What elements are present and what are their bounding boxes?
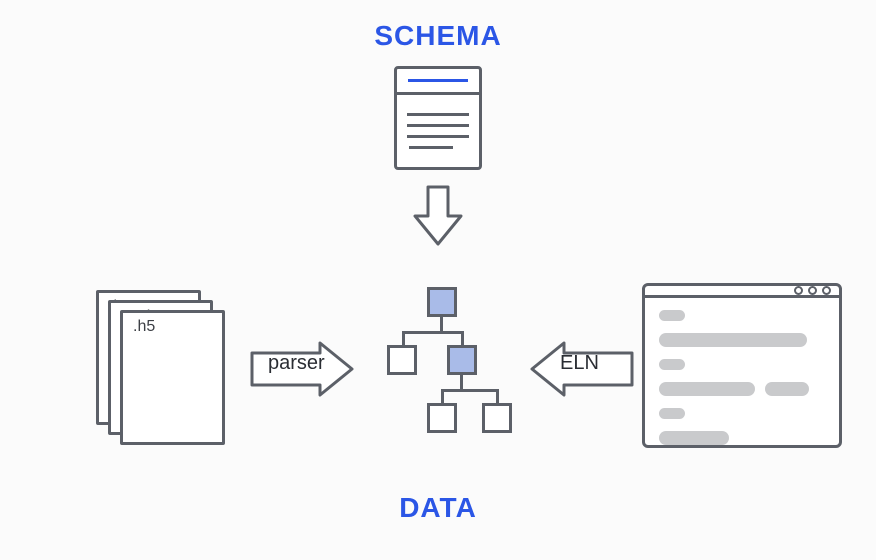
tree-node	[387, 345, 417, 375]
tree-node	[427, 403, 457, 433]
label-data: DATA	[399, 492, 477, 524]
tree-node	[427, 287, 457, 317]
tree-node	[482, 403, 512, 433]
window-dot-icon	[822, 286, 831, 295]
file-stack-icon: .json .xml .h5	[96, 290, 231, 445]
data-tree-icon	[389, 287, 519, 457]
arrow-down-icon	[411, 184, 465, 255]
eln-window-icon	[642, 283, 842, 448]
label-schema: SCHEMA	[374, 20, 501, 52]
eln-label: ELN	[560, 352, 599, 375]
tree-node	[447, 345, 477, 375]
eln-titlebar	[645, 286, 839, 298]
window-dot-icon	[794, 286, 803, 295]
window-dot-icon	[808, 286, 817, 295]
file-ext-3: .h5	[133, 318, 155, 336]
schema-document-icon	[394, 66, 482, 170]
parser-label: parser	[268, 352, 325, 375]
